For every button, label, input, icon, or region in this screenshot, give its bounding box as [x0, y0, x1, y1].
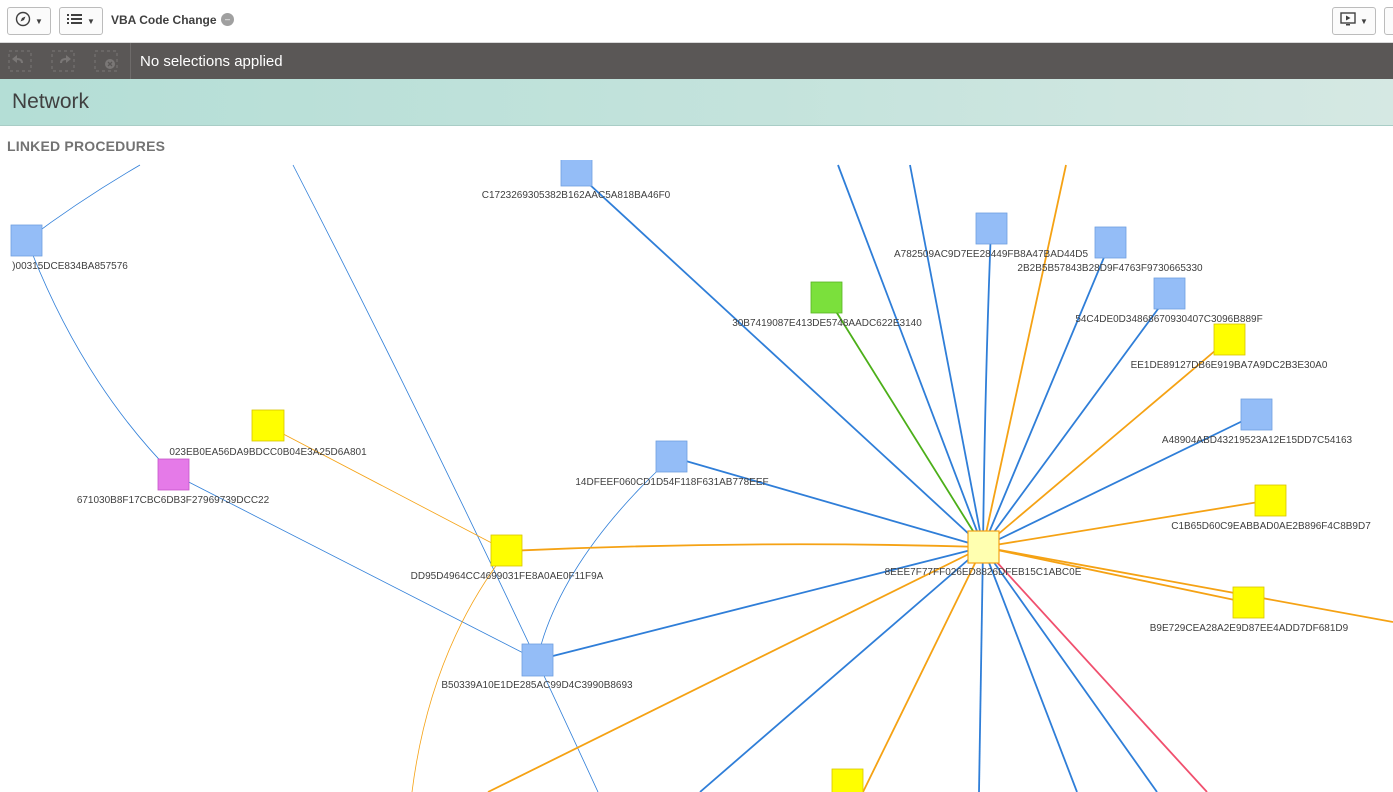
graph-edge	[26, 239, 174, 475]
graph-edge	[982, 546, 1078, 792]
graph-edge	[671, 456, 984, 548]
graph-node[interactable]: DD95D4964CC4699031FE8A0AE0F11F9A	[411, 534, 604, 582]
node-label: 8EEE7F77FF026ED8826DFEB15C1ABC0E	[885, 567, 1082, 578]
graph-edge	[506, 543, 984, 552]
graph-node[interactable]: 023EB0EA56DA9BDCC0B04E3A25D6A801	[169, 409, 367, 458]
graph-edge	[837, 164, 984, 548]
node-label: C1723269305382B162AAC5A818BA46F0	[482, 190, 671, 201]
graph-edge	[982, 228, 992, 548]
node-label: )00315DCE834BA857576	[12, 261, 128, 272]
node-label: 54C4DE0D34868670930407C3096B889F	[1075, 314, 1262, 325]
graph-edge	[536, 546, 984, 661]
node-label: 023EB0EA56DA9BDCC0B04E3A25D6A801	[169, 447, 367, 458]
graph-edge	[26, 164, 141, 241]
network-graph[interactable]: C1723269305382B162AAC5A818BA46F0 )00315D…	[0, 0, 1393, 792]
node-label: 14DFEEF060CD1D54F118F631AB778EEF	[575, 477, 768, 488]
graph-node[interactable]	[831, 768, 864, 792]
node-label: 671030B8F17CBC6DB3F27969739DCC22	[77, 495, 270, 506]
graph-edge	[978, 546, 984, 792]
node-label: EE1DE89127DB6E919BA7A9DC2B3E30A0	[1131, 360, 1328, 371]
graph-edge	[487, 546, 984, 792]
graph-node[interactable]: C1723269305382B162AAC5A818BA46F0	[482, 157, 671, 201]
node-label: 2B2B5B57843B28D9F4763F9730665330	[1017, 263, 1203, 274]
node-label: C1B65D60C9EABBAD0AE2B896F4C8B9D7	[1171, 521, 1371, 532]
graph-node[interactable]: 30B7419087E413DE5748AADC622E3140	[732, 281, 922, 329]
graph-node[interactable]: 671030B8F17CBC6DB3F27969739DCC22	[77, 458, 270, 506]
graph-edge	[411, 550, 508, 792]
graph-edge	[982, 546, 1158, 792]
graph-node[interactable]: A48904ABD43219523A12E15DD7C54163	[1162, 398, 1353, 446]
graph-edge	[267, 425, 508, 552]
node-label: B50339A10E1DE285AC99D4C3990B8693	[441, 680, 633, 691]
graph-node[interactable]: B50339A10E1DE285AC99D4C3990B8693	[441, 643, 633, 691]
graph-edge	[862, 546, 984, 792]
graph-node[interactable]: )00315DCE834BA857576	[10, 224, 128, 272]
graph-node[interactable]: 8EEE7F77FF026ED8826DFEB15C1ABC0E	[885, 530, 1082, 578]
graph-nodes[interactable]: C1723269305382B162AAC5A818BA46F0 )00315D…	[10, 157, 1371, 792]
graph-edge	[292, 164, 599, 792]
graph-edge	[982, 546, 1393, 623]
graph-node[interactable]: EE1DE89127DB6E919BA7A9DC2B3E30A0	[1131, 323, 1328, 371]
graph-edge	[982, 242, 1111, 548]
graph-node[interactable]: B9E729CEA28A2E9D87EE4ADD7DF681D9	[1150, 586, 1349, 634]
node-label: A782509AC9D7EE28449FB8A47BAD44D5	[894, 249, 1088, 260]
node-label: A48904ABD43219523A12E15DD7C54163	[1162, 435, 1353, 446]
graph-node[interactable]: 54C4DE0D34868670930407C3096B889F	[1075, 277, 1263, 325]
node-label: B9E729CEA28A2E9D87EE4ADD7DF681D9	[1150, 623, 1349, 634]
graph-node[interactable]: C1B65D60C9EABBAD0AE2B896F4C8B9D7	[1171, 484, 1371, 532]
node-label: 30B7419087E413DE5748AADC622E3140	[732, 318, 922, 329]
node-label: DD95D4964CC4699031FE8A0AE0F11F9A	[411, 571, 604, 582]
graph-edge	[982, 546, 1208, 792]
graph-node[interactable]: 14DFEEF060CD1D54F118F631AB778EEF	[575, 440, 769, 488]
